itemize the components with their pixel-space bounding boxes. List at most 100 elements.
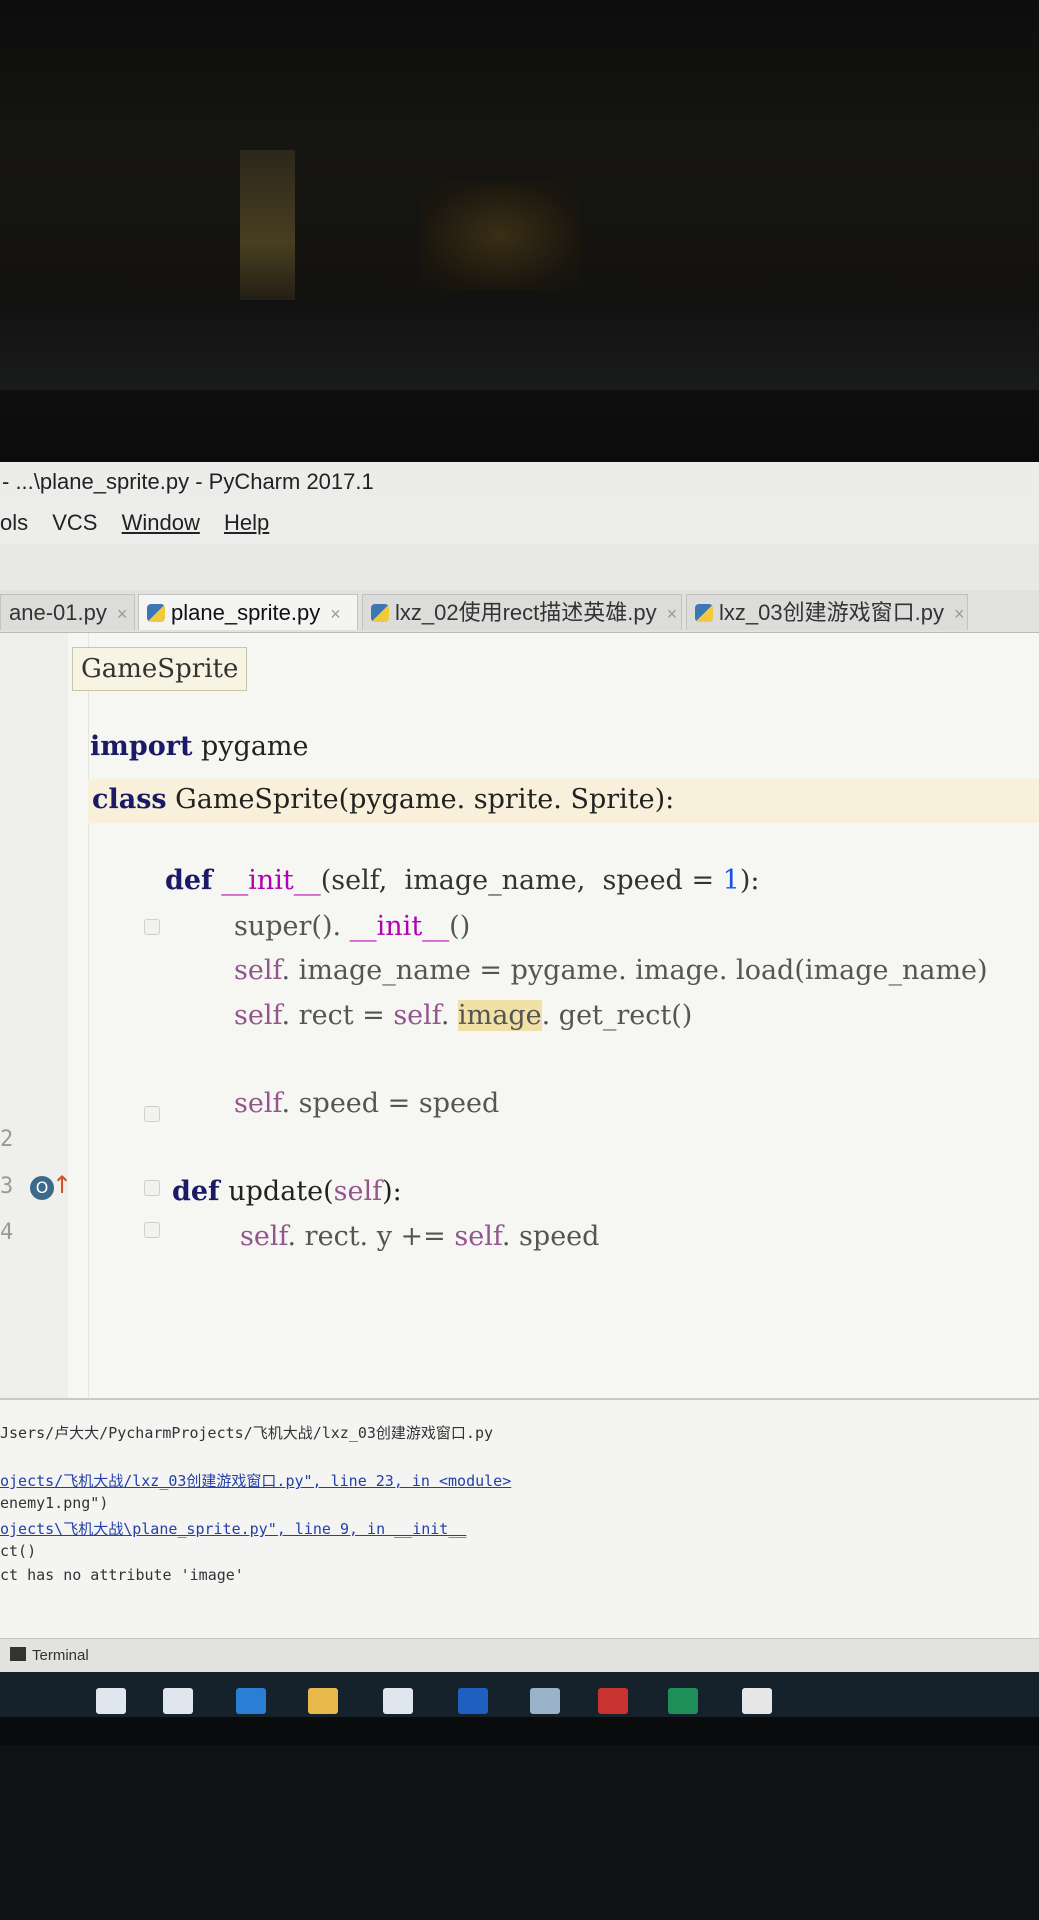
self-keyword: self — [240, 1221, 288, 1252]
terminal-label: Terminal — [32, 1647, 89, 1664]
terminal-icon — [10, 1647, 26, 1661]
code-text: __init__ — [349, 911, 450, 942]
background-glow — [420, 180, 580, 290]
code-line-rect: self. rect = self. image. get_rect() — [234, 1000, 692, 1031]
fold-column — [68, 633, 160, 1398]
close-icon[interactable]: × — [117, 604, 128, 624]
code-line-super: super(). __init__() — [234, 911, 470, 942]
store-icon — [383, 1688, 413, 1714]
error-message: ct has no attribute 'image' — [0, 1566, 244, 1584]
code-line-load: self. image_name = pygame. image. load(i… — [234, 955, 988, 986]
task-view-icon — [163, 1688, 193, 1714]
python-file-icon — [371, 604, 389, 622]
code-line-class: class GameSprite(pygame. sprite. Sprite)… — [92, 784, 674, 815]
paint-icon — [530, 1688, 560, 1714]
code-text: ): — [739, 865, 760, 896]
keyword: def — [165, 865, 213, 896]
code-line-speed: self. speed = speed — [234, 1088, 499, 1119]
run-output-line: enemy1.png") — [0, 1494, 109, 1512]
microphone-icon — [96, 1688, 126, 1714]
fold-marker-icon[interactable] — [144, 1106, 160, 1122]
taskbar-item[interactable] — [590, 1682, 636, 1717]
taskbar-item[interactable] — [734, 1682, 780, 1717]
code-editor[interactable]: 2 3 4 O ↑ GameSprite import pygame class… — [0, 633, 1039, 1398]
self-keyword: self — [454, 1221, 502, 1252]
breadcrumb[interactable]: GameSprite — [72, 647, 248, 691]
line-number-gutter: 2 3 4 O ↑ — [0, 633, 72, 1398]
code-text: pygame — [192, 731, 309, 762]
screen: - ...\plane_sprite.py - PyCharm 2017.1 o… — [0, 462, 1039, 1717]
code-line-def-update: def update(self): — [172, 1176, 402, 1207]
menu-bar: ols VCS Window Help — [0, 502, 1039, 544]
traceback-link[interactable]: ojects\飞机大战\plane_sprite.py", line 9, in… — [0, 1518, 466, 1539]
self-keyword: self — [234, 1088, 282, 1119]
file-explorer-icon — [308, 1688, 338, 1714]
close-icon[interactable]: × — [667, 604, 678, 624]
traceback-link[interactable]: ojects/飞机大战/lxz_03创建游戏窗口.py", line 23, i… — [0, 1470, 511, 1491]
menu-tools[interactable]: ols — [0, 502, 28, 544]
menu-vcs[interactable]: VCS — [52, 502, 97, 544]
menu-window[interactable]: Window — [122, 502, 200, 544]
highlighted-attribute: image — [458, 1000, 542, 1031]
close-icon[interactable]: × — [330, 604, 341, 624]
photos-icon — [742, 1688, 772, 1714]
os-taskbar — [0, 1672, 1039, 1717]
code-line-import: import pygame — [90, 731, 309, 762]
code-text: update( — [219, 1176, 334, 1207]
code-text: . image_name = pygame. image. load(image… — [281, 955, 988, 986]
tab-plane-sprite[interactable]: plane_sprite.py × — [138, 594, 358, 630]
code-text: super(). — [234, 911, 350, 942]
terminal-button[interactable]: Terminal — [10, 1643, 89, 1669]
python-file-icon — [147, 604, 165, 622]
taskbar-item[interactable] — [88, 1682, 134, 1717]
fold-marker-icon[interactable] — [144, 1180, 160, 1196]
background-shelf — [0, 300, 1039, 390]
fold-marker-icon[interactable] — [144, 1222, 160, 1238]
run-command-line: Jsers/卢大大/PycharmProjects/飞机大战/lxz_03创建游… — [0, 1424, 494, 1442]
tab-plane-01[interactable]: ane-01.py × — [0, 594, 135, 630]
background-room — [0, 0, 1039, 462]
line-number: 3 — [0, 1174, 14, 1199]
taskbar-item[interactable] — [660, 1682, 706, 1717]
line-number: 2 — [0, 1127, 14, 1152]
editor-tab-bar: ane-01.py × plane_sprite.py × lxz_02使用rect… — [0, 590, 1039, 633]
code-text: ): — [382, 1176, 402, 1207]
code-text: (self, image_name, speed — [320, 865, 692, 896]
taskbar-item[interactable] — [375, 1682, 421, 1717]
code-text: () — [449, 911, 471, 942]
taskbar-item[interactable] — [450, 1682, 496, 1717]
pycharm-icon — [668, 1688, 698, 1714]
code-text: . — [440, 1000, 459, 1031]
self-keyword: self — [234, 1000, 282, 1031]
taskbar-item[interactable] — [155, 1682, 201, 1717]
taskbar-item[interactable] — [300, 1682, 346, 1717]
fold-marker-icon[interactable] — [144, 919, 160, 935]
keyword: class — [92, 784, 167, 815]
python-file-icon — [695, 604, 713, 622]
code-line-def-init: def __init__(self, image_name, speed = 1… — [165, 865, 759, 896]
taskbar-item[interactable] — [228, 1682, 274, 1717]
code-text: . rect. y += — [287, 1221, 455, 1252]
run-output-line: ct() — [0, 1542, 37, 1560]
app-red-icon — [598, 1688, 628, 1714]
app-blue-icon — [458, 1688, 488, 1714]
override-method-icon[interactable]: O — [30, 1176, 54, 1200]
code-text: __init__ — [212, 865, 321, 896]
edge-browser-icon — [236, 1688, 266, 1714]
code-line-update-body: self. rect. y += self. speed — [240, 1221, 599, 1252]
toolbar — [0, 544, 1039, 591]
window-titlebar: - ...\plane_sprite.py - PyCharm 2017.1 — [0, 462, 1039, 502]
code-text: GameSprite(pygame. sprite. Sprite): — [166, 784, 675, 815]
taskbar-item[interactable] — [522, 1682, 568, 1717]
tab-lxz-03[interactable]: lxz_03创建游戏窗口.py × — [686, 594, 968, 630]
close-icon[interactable]: × — [954, 604, 965, 624]
tool-window-bar: Terminal — [0, 1638, 1039, 1673]
tab-label: plane_sprite.py — [171, 600, 321, 625]
tab-lxz-02[interactable]: lxz_02使用rect描述英雄.py × — [362, 594, 682, 630]
tab-label: ane-01.py — [9, 600, 107, 625]
menu-help[interactable]: Help — [224, 502, 269, 544]
tab-label: lxz_02使用rect描述英雄.py — [395, 600, 657, 625]
window-title: - ...\plane_sprite.py - PyCharm 2017.1 — [2, 469, 374, 494]
keyword: def — [172, 1176, 220, 1207]
code-number: 1 — [722, 865, 740, 896]
